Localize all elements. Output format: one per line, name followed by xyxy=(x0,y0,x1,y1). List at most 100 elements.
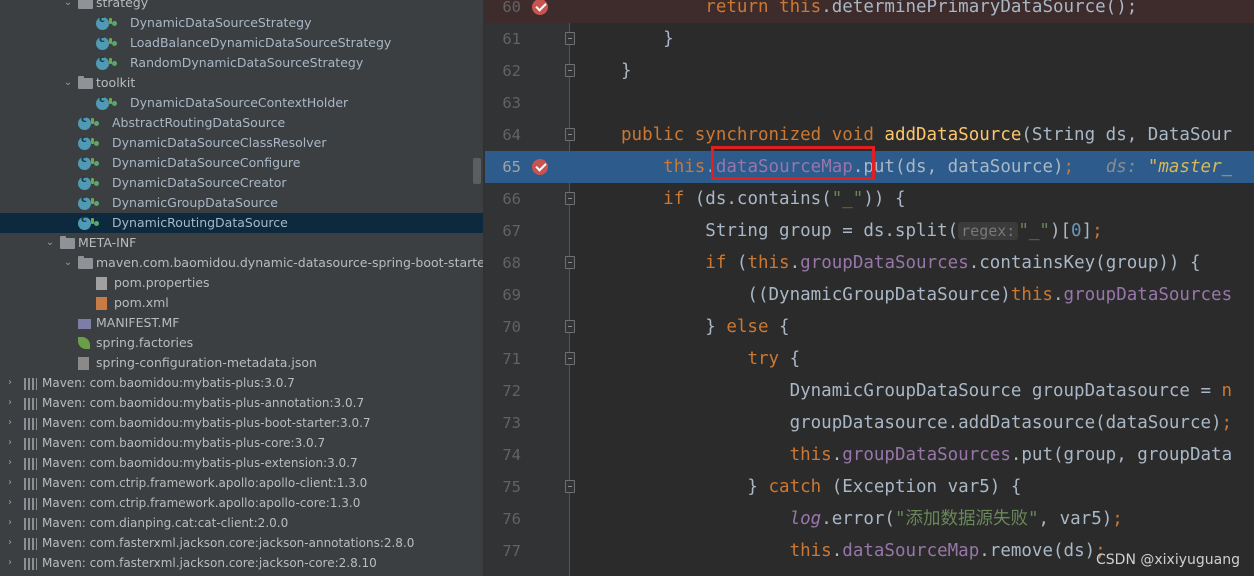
code-text: } catch (Exception var5) { xyxy=(621,477,1022,497)
fold-marker-icon[interactable] xyxy=(565,128,575,141)
tree-file-item[interactable]: DynamicDataSourceStrategy xyxy=(0,13,483,33)
tree-library-item[interactable]: › Maven: com.dianping.cat:cat-client:2.0.… xyxy=(0,513,483,533)
folder-icon xyxy=(78,256,93,269)
tree-scrollbar[interactable] xyxy=(473,158,481,184)
code-line[interactable]: 69 ((DynamicGroupDataSource)this.groupDa… xyxy=(485,279,1254,311)
code-text: try { xyxy=(747,349,801,369)
tree-file-item[interactable]: DynamicDataSourceConfigure xyxy=(0,153,483,173)
tree-file-item[interactable]: DynamicGroupDataSource xyxy=(0,193,483,213)
code-line[interactable]: 72 DynamicGroupDataSource groupDatasourc… xyxy=(485,375,1254,407)
expand-arrow-icon[interactable]: › xyxy=(4,493,16,513)
library-icon xyxy=(24,418,37,430)
tree-file-item[interactable]: spring.factories xyxy=(0,333,483,353)
code-line[interactable]: 62 } xyxy=(485,55,1254,87)
tree-item-label: spring.factories xyxy=(96,335,194,350)
class-icon xyxy=(96,14,112,30)
code-line[interactable]: 67 String group = ds.split(regex: "_")[0]… xyxy=(485,215,1254,247)
code-line[interactable]: 74 this.groupDataSources.put(group, grou… xyxy=(485,439,1254,471)
code-text: return this.determinePrimaryDataSource()… xyxy=(705,0,1138,17)
code-text: ((DynamicGroupDataSource)this.groupDataS… xyxy=(621,285,1233,305)
tree-folder-item[interactable]: ⌄ META-INF xyxy=(0,233,483,253)
code-line[interactable]: 60 return this.determinePrimaryDataSourc… xyxy=(485,0,1254,23)
tree-library-item[interactable]: › Maven: com.baomidou:mybatis-plus-extens… xyxy=(0,453,483,473)
expand-arrow-icon[interactable]: › xyxy=(4,373,16,393)
tree-library-item[interactable]: › Maven: com.fasterxml.jackson.core:jacks… xyxy=(0,553,483,573)
tree-file-item[interactable]: MANIFEST.MF xyxy=(0,313,483,333)
library-label: Maven: com.fasterxml.jackson.core:jackso… xyxy=(42,556,377,570)
tree-library-item[interactable]: › Maven: com.baomidou:mybatis-plus-core:3… xyxy=(0,433,483,453)
line-number: 65 xyxy=(502,158,521,176)
library-label: Maven: com.baomidou:mybatis-plus:3.0.7 xyxy=(42,376,295,390)
code-editor[interactable]: 60 return this.determinePrimaryDataSourc… xyxy=(485,0,1254,576)
code-text: this.groupDataSources.put(group, groupDa… xyxy=(789,445,1233,465)
fold-marker-icon[interactable] xyxy=(565,256,575,269)
tree-folder-item[interactable]: ⌄ toolkit xyxy=(0,73,483,93)
expand-arrow-icon[interactable]: › xyxy=(4,473,16,493)
expand-arrow-icon[interactable]: ⌄ xyxy=(62,253,74,273)
class-icon xyxy=(78,214,94,230)
class-icon xyxy=(96,94,112,110)
tree-library-item[interactable]: › Maven: com.baomidou:mybatis-plus-boot-s… xyxy=(0,413,483,433)
tree-folder-item[interactable]: ⌄ strategy xyxy=(0,0,483,13)
tree-library-item[interactable]: › Maven: com.ctrip.framework.apollo:apoll… xyxy=(0,493,483,513)
line-number: 71 xyxy=(502,350,521,368)
debug-value-label: ds: xyxy=(1105,157,1138,177)
fold-marker-icon[interactable] xyxy=(565,480,575,493)
expand-arrow-icon[interactable]: › xyxy=(4,533,16,553)
expand-arrow-icon[interactable]: › xyxy=(4,513,16,533)
fold-marker-icon[interactable] xyxy=(565,64,575,77)
fold-marker-icon[interactable] xyxy=(565,192,575,205)
breakpoint-icon[interactable] xyxy=(532,0,548,15)
tree-file-item[interactable]: spring-configuration-metadata.json xyxy=(0,353,483,373)
library-icon xyxy=(24,398,37,410)
code-line[interactable]: 63 xyxy=(485,87,1254,119)
code-line[interactable]: 68 if (this.groupDataSources.containsKey… xyxy=(485,247,1254,279)
expand-arrow-icon[interactable]: › xyxy=(4,553,16,573)
expand-arrow-icon[interactable]: › xyxy=(4,453,16,473)
library-label: Maven: com.dianping.cat:cat-client:2.0.0 xyxy=(42,516,289,530)
expand-arrow-icon[interactable]: › xyxy=(4,433,16,453)
tree-item-label: AbstractRoutingDataSource xyxy=(112,115,286,130)
expand-arrow-icon[interactable]: ⌄ xyxy=(44,233,56,253)
tree-file-item[interactable]: pom.properties xyxy=(0,273,483,293)
fold-marker-icon[interactable] xyxy=(565,32,575,45)
tree-folder-item[interactable]: ⌄ maven.com.baomidou.dynamic-datasource-s… xyxy=(0,253,483,273)
tree-file-item[interactable]: DynamicDataSourceContextHolder xyxy=(0,93,483,113)
code-line[interactable]: 73 groupDatasource.addDatasource(dataSou… xyxy=(485,407,1254,439)
fold-marker-icon[interactable] xyxy=(565,320,575,333)
tree-item-label: pom.xml xyxy=(114,295,169,310)
expand-arrow-icon[interactable]: › xyxy=(4,413,16,433)
error-message-string: "添加数据源失败" xyxy=(894,509,1039,529)
fold-marker-icon[interactable] xyxy=(565,352,575,365)
tree-item-label: toolkit xyxy=(96,75,136,90)
code-line[interactable]: 75 } catch (Exception var5) { xyxy=(485,471,1254,503)
tree-file-item[interactable]: pom.xml xyxy=(0,293,483,313)
expand-arrow-icon[interactable]: ⌄ xyxy=(62,73,74,93)
breakpoint-icon[interactable] xyxy=(532,159,548,175)
code-line[interactable]: 76 log.error("添加数据源失败", var5); xyxy=(485,503,1254,535)
class-icon xyxy=(78,134,94,150)
expand-arrow-icon[interactable]: ⌄ xyxy=(62,0,74,13)
tree-file-item[interactable]: AbstractRoutingDataSource xyxy=(0,113,483,133)
tree-library-item[interactable]: › Maven: com.baomidou:mybatis-plus:3.0.7 xyxy=(0,373,483,393)
library-label: Maven: com.baomidou:mybatis-plus-core:3.… xyxy=(42,436,326,450)
tree-library-item[interactable]: › Maven: com.fasterxml.jackson.core:jacks… xyxy=(0,533,483,553)
code-line[interactable]: 71 try { xyxy=(485,343,1254,375)
expand-arrow-icon[interactable]: › xyxy=(4,393,16,413)
library-icon xyxy=(24,458,37,470)
code-line[interactable]: 66 if (ds.contains("_")) { xyxy=(485,183,1254,215)
tree-item-label: LoadBalanceDynamicDataSourceStrategy xyxy=(130,35,392,50)
code-line[interactable]: 70 } else { xyxy=(485,311,1254,343)
tree-file-item[interactable]: DynamicRoutingDataSource xyxy=(0,213,483,233)
tree-file-item[interactable]: LoadBalanceDynamicDataSourceStrategy xyxy=(0,33,483,53)
tree-library-item[interactable]: › Maven: com.baomidou:mybatis-plus-annota… xyxy=(0,393,483,413)
tree-item-label: pom.properties xyxy=(114,275,210,290)
tree-file-item[interactable]: RandomDynamicDataSourceStrategy xyxy=(0,53,483,73)
tree-item-label: spring-configuration-metadata.json xyxy=(96,355,317,370)
tree-item-label: DynamicDataSourceCreator xyxy=(112,175,287,190)
code-line[interactable]: 61 } xyxy=(485,23,1254,55)
tree-file-item[interactable]: DynamicDataSourceClassResolver xyxy=(0,133,483,153)
parameter-hint: regex: xyxy=(958,222,1019,240)
tree-library-item[interactable]: › Maven: com.ctrip.framework.apollo:apoll… xyxy=(0,473,483,493)
tree-file-item[interactable]: DynamicDataSourceCreator xyxy=(0,173,483,193)
